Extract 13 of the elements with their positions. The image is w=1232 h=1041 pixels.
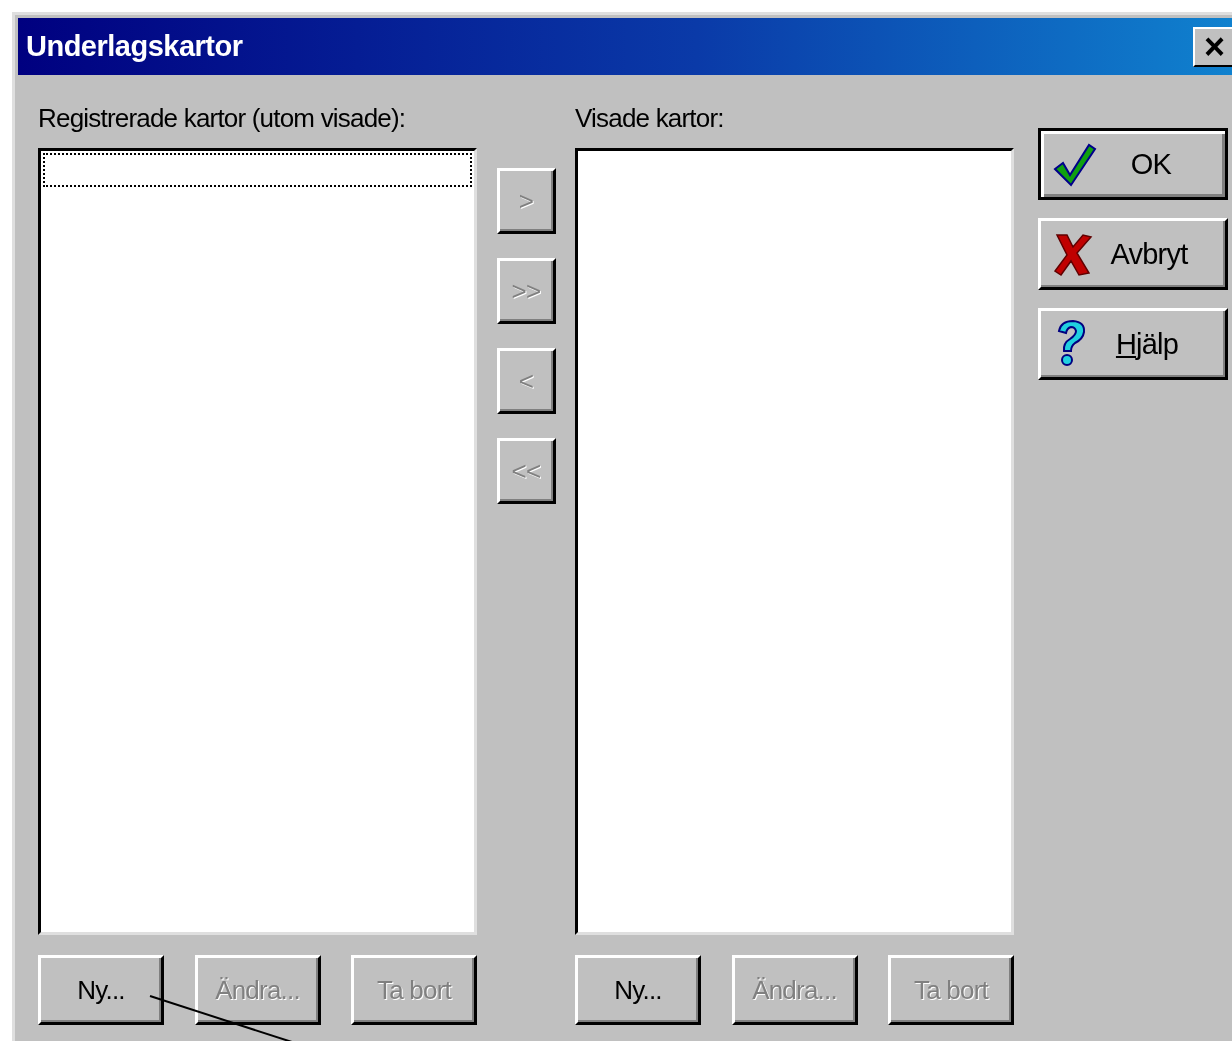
list-label: Visade kartor: <box>575 103 725 135</box>
list-box[interactable] <box>575 148 1014 935</box>
list-box[interactable] <box>38 148 477 935</box>
list-action-button[interactable]: Ny... <box>38 955 164 1025</box>
list-label: Registrerade kartor (utom visade): <box>38 103 407 135</box>
dialog-button[interactable]: Hjälp <box>1038 308 1228 380</box>
cross-icon <box>1053 231 1093 277</box>
window-title: Underlagskartor <box>26 30 243 63</box>
close-button[interactable]: × <box>1193 26 1232 67</box>
dialog-button[interactable]: OK <box>1038 128 1228 200</box>
checkmark-icon <box>1053 141 1097 187</box>
dialog-button[interactable]: Avbryt <box>1038 218 1228 290</box>
list-action-button[interactable]: Ny... <box>575 955 701 1025</box>
